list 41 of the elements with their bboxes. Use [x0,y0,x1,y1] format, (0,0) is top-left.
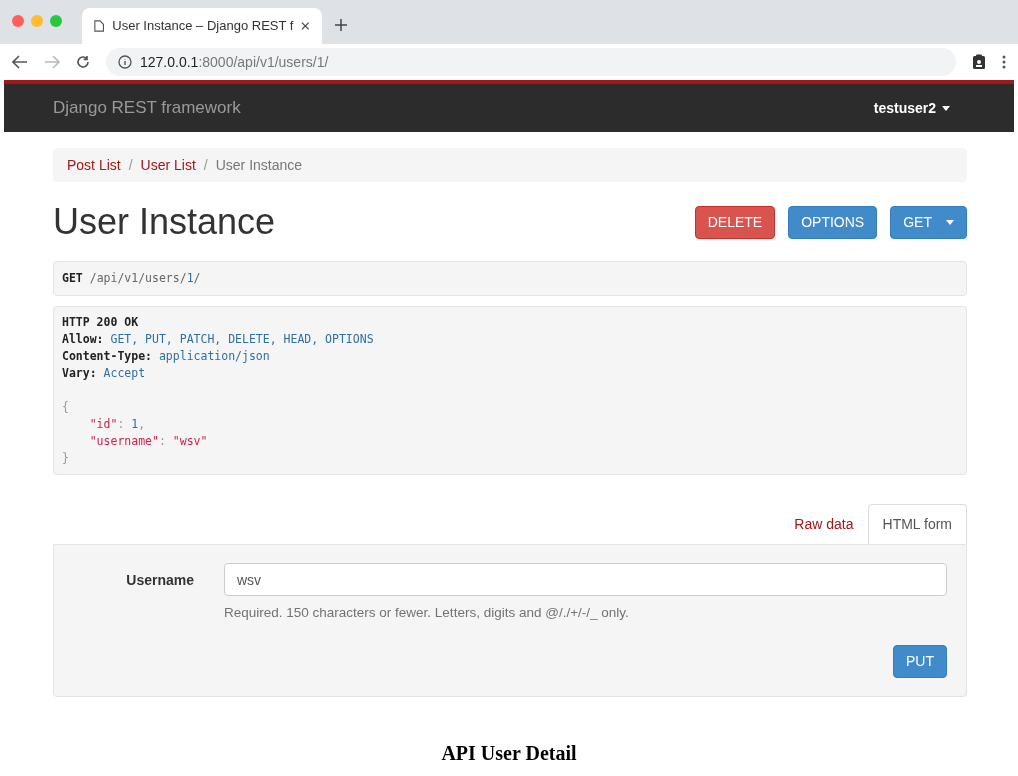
username-field[interactable]: wsv [224,563,947,596]
json-line: "username": "wsv" [88,433,209,450]
page-icon [94,19,105,33]
breadcrumb-separator: / [203,155,208,175]
response-header-line: Allow: GET, PUT, PATCH, DELETE, HEAD, OPTIONS [62,331,375,348]
form-tab[interactable]: Raw data [780,504,868,544]
user-menu[interactable]: testuser2 [873,97,950,119]
action-button[interactable]: DELETE [694,205,776,239]
reload-icon[interactable] [76,55,90,69]
field-label: Username [125,571,195,590]
breadcrumb-link[interactable]: User Instance [215,154,303,176]
figure-caption: API User Detail [441,741,577,766]
info-icon [118,55,132,69]
breadcrumb-separator: / [128,155,133,175]
response-header-line: Vary: Accept [62,365,147,382]
json-line: } [62,450,70,467]
put-button[interactable]: PUT [893,645,947,679]
brand-link[interactable]: Django REST framework [53,95,241,121]
browser-tab[interactable]: User Instance – Django REST f [82,8,322,44]
form-tab[interactable]: HTML form [867,504,967,544]
help-text: Required. 150 characters or fewer. Letters, digits and @/./+/-/_ only. [224,604,630,622]
action-button[interactable]: GET [890,205,967,239]
response-header-line: Content-Type: application/json [62,348,271,365]
action-button[interactable]: OPTIONS [788,205,878,239]
caret-icon [946,219,954,225]
breadcrumb-link[interactable]: User List [140,154,196,176]
json-line: { [62,399,70,416]
request-line: GET /api/v1/users/1/ [62,270,202,287]
breadcrumb-link[interactable]: Post List [67,154,121,176]
tab-title: User Instance – Django REST f [112,17,294,36]
address-bar[interactable]: 127.0.0.1:8000/api/v1/users/1/ [106,48,956,76]
new-tab-icon[interactable] [334,18,348,32]
more-options-icon[interactable] [1002,55,1006,69]
page-title: User Instance [53,204,276,240]
url-text: 127.0.0.1:8000/api/v1/users/1/ [140,52,329,72]
clipboard-icon[interactable] [972,54,986,70]
response-header-line: HTTP 200 OK [62,314,140,331]
close-icon[interactable] [301,21,310,31]
back-arrow-icon[interactable] [12,55,28,69]
caret-icon [942,105,950,111]
json-line: "id": 1, [88,416,147,433]
